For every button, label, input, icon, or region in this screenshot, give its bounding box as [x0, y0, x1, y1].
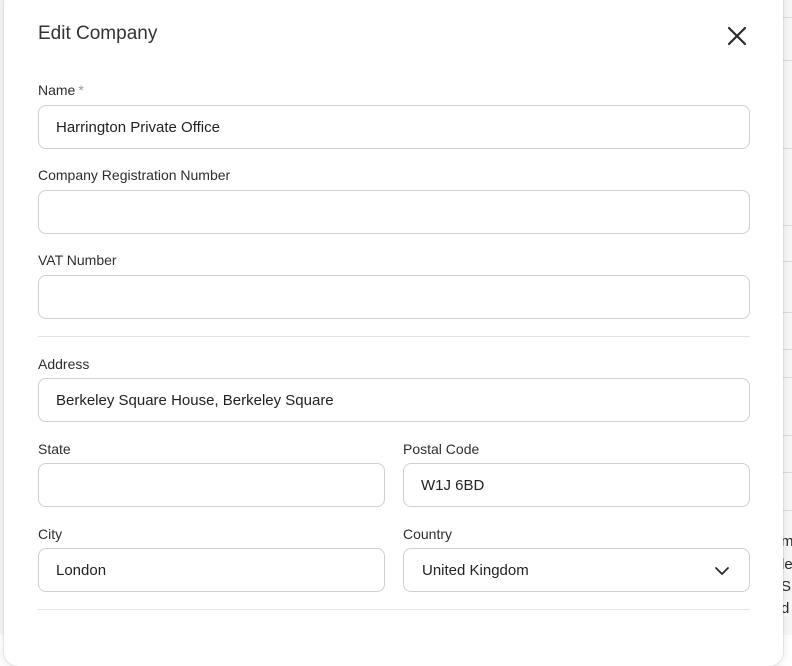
- city-label: City: [38, 526, 63, 542]
- address-input[interactable]: [38, 378, 750, 422]
- section-divider: [38, 336, 750, 337]
- address-label: Address: [38, 356, 90, 372]
- name-label-text: Name: [38, 82, 76, 98]
- vat-number-label: VAT Number: [38, 252, 117, 268]
- close-button[interactable]: [724, 23, 750, 49]
- postal-code-input[interactable]: [403, 463, 750, 507]
- state-input[interactable]: [38, 463, 385, 507]
- chevron-down-icon: [715, 567, 729, 575]
- city-input[interactable]: [38, 548, 385, 592]
- name-input[interactable]: [38, 105, 750, 149]
- country-select[interactable]: United Kingdom: [403, 548, 750, 592]
- dialog-title: Edit Company: [38, 23, 158, 44]
- country-selected-value: United Kingdom: [422, 562, 529, 579]
- edit-company-dialog: Edit Company Name* Company Registration …: [4, 0, 783, 666]
- company-registration-number-input[interactable]: [38, 190, 750, 234]
- name-label: Name *: [38, 82, 84, 99]
- country-label: Country: [403, 526, 453, 542]
- close-icon: [727, 26, 747, 46]
- company-registration-number-label: Company Registration Number: [38, 167, 231, 183]
- vat-number-input[interactable]: [38, 275, 750, 319]
- postal-code-label: Postal Code: [403, 441, 480, 457]
- section-divider: [38, 609, 750, 610]
- required-indicator: *: [78, 82, 84, 98]
- state-label: State: [38, 441, 71, 457]
